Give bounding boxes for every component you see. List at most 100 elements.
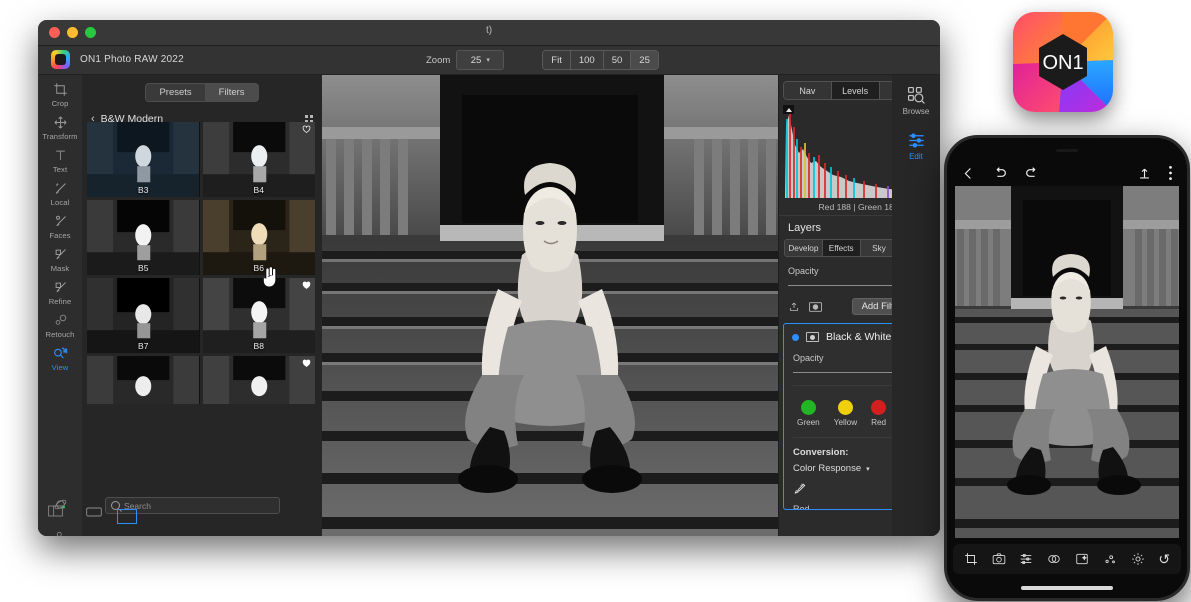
favorite-heart-icon[interactable] (302, 281, 311, 290)
preset-thumbnail-grid: B3 B4 B5 B6 B7 B8 (87, 122, 315, 404)
zoom-preset-fit[interactable]: Fit (543, 51, 571, 69)
window-title: t) (485, 25, 493, 36)
settings-gear-icon[interactable] (1131, 552, 1145, 566)
retouch-icon[interactable] (1103, 552, 1117, 566)
green-swatch-icon (800, 400, 816, 415)
preset-thumbnail[interactable]: B5 (87, 200, 200, 275)
tool-refine[interactable]: Refine (38, 279, 82, 306)
auto-icon[interactable] (992, 552, 1006, 566)
filter-opacity-label: Opacity (793, 353, 824, 363)
window-body: Crop Transform Text Local Faces Mask Ref… (38, 75, 940, 536)
rail-account-button[interactable] (38, 528, 82, 536)
preset-thumbnail[interactable]: B3 (87, 122, 200, 197)
module-label: Browse (902, 107, 930, 116)
chevron-down-icon: ▾ (486, 57, 490, 64)
filter-name: Black & White (826, 331, 892, 343)
preset-label: B8 (253, 341, 264, 351)
redo-icon[interactable] (1024, 165, 1040, 181)
conversion-value: Color Response (793, 463, 862, 474)
mask-thumb-icon[interactable] (806, 332, 819, 342)
preset-thumbnail-selected[interactable]: B4 (202, 122, 315, 197)
preset-thumbnail[interactable]: B8 (202, 278, 315, 353)
tool-crop[interactable]: Crop (38, 81, 82, 108)
tab-filters[interactable]: Filters (205, 83, 259, 102)
tool-rail: Crop Transform Text Local Faces Mask Ref… (38, 75, 83, 536)
swatch-label: Yellow (833, 418, 858, 427)
filter-enabled-toggle[interactable] (792, 333, 799, 341)
swatch-label: Red (871, 418, 887, 427)
save-preset-icon[interactable] (788, 301, 800, 313)
tool-view[interactable]: View (38, 345, 82, 372)
eyedropper-icon[interactable] (793, 482, 807, 496)
view-hand-icon (38, 345, 82, 362)
app-header: ON1 Photo RAW 2022 Zoom 25 ▾ Fit 100 50 … (38, 46, 940, 75)
on1-icon-art: ON1 (1013, 12, 1113, 112)
module-browse[interactable]: Browse (892, 75, 940, 116)
color-icon[interactable] (1047, 552, 1061, 566)
tone-sliders-icon[interactable] (1019, 552, 1033, 566)
tab-levels[interactable]: Levels (831, 82, 880, 99)
preset-thumbnail[interactable]: B6 (202, 200, 315, 275)
module-edit[interactable]: Edit (892, 116, 940, 161)
on1-main-window: t) ON1 Photo RAW 2022 Zoom 25 ▾ Fit 100 … (38, 20, 940, 536)
tool-local[interactable]: Local (38, 180, 82, 207)
mask-brush-icon (38, 246, 82, 263)
tab-presets[interactable]: Presets (145, 83, 206, 102)
preset-thumbnail[interactable] (202, 356, 315, 404)
share-upload-icon[interactable] (1137, 166, 1152, 181)
swatch-red[interactable]: Red (871, 400, 886, 427)
swatch-green[interactable]: Green (797, 400, 820, 427)
tab-develop[interactable]: Develop (785, 240, 823, 256)
tool-label: Mask (50, 264, 70, 273)
filmstrip-toggle-button[interactable] (86, 506, 110, 518)
effects-icon[interactable] (1075, 552, 1089, 566)
swatch-label: Green (796, 418, 820, 427)
image-canvas[interactable] (322, 75, 778, 536)
tool-faces[interactable]: Faces (38, 213, 82, 240)
shadow-clip-marker[interactable] (783, 105, 794, 114)
preset-thumbnail[interactable] (87, 356, 200, 404)
presets-panel: Presets Filters ‹ B&W Modern B3 B4 B5 B6… (82, 75, 323, 536)
preset-label: B4 (253, 185, 264, 195)
account-icon (38, 528, 82, 536)
tool-label: Refine (48, 297, 72, 306)
tool-mask[interactable]: Mask (38, 246, 82, 273)
on1-logo-icon (51, 50, 70, 69)
browse-icon (892, 85, 940, 105)
tab-effects[interactable]: Effects (822, 240, 861, 256)
zoom-label: Zoom (426, 54, 451, 66)
preset-thumbnail[interactable]: B7 (87, 278, 200, 353)
zoom-preset-group[interactable]: Fit 100 50 25 (542, 50, 659, 70)
mask-icon[interactable] (809, 301, 822, 312)
swatch-yellow[interactable]: Yellow (834, 400, 857, 427)
zoom-controls: Zoom 25 ▾ Fit 100 50 25 (426, 50, 659, 70)
tool-transform[interactable]: Transform (38, 114, 82, 141)
phone-photo-preview[interactable] (955, 186, 1179, 538)
favorite-heart-icon[interactable] (302, 125, 311, 134)
edit-sliders-icon (892, 130, 940, 150)
mobile-app-mockup: ↺ (944, 135, 1190, 601)
zoom-preset-25[interactable]: 25 (631, 51, 658, 69)
tool-label: Retouch (45, 330, 75, 339)
zoom-preset-50[interactable]: 50 (603, 51, 632, 69)
panel-toggle-icon (48, 505, 63, 517)
reset-icon[interactable]: ↺ (1158, 551, 1170, 568)
window-titlebar: t) (38, 20, 940, 46)
hand-cursor (262, 266, 277, 288)
tool-retouch[interactable]: Retouch (38, 312, 82, 339)
retouch-icon (38, 312, 82, 329)
zoom-select[interactable]: 25 ▾ (456, 50, 505, 70)
tool-text[interactable]: Text (38, 147, 82, 174)
more-vertical-icon[interactable] (1168, 165, 1173, 181)
back-chevron-icon[interactable] (961, 166, 976, 181)
tool-label: Crop (51, 99, 69, 108)
presets-tab-group[interactable]: Presets Filters (82, 75, 322, 102)
zoom-preset-100[interactable]: 100 (570, 51, 604, 69)
refine-brush-icon (38, 279, 82, 296)
favorite-heart-icon[interactable] (302, 359, 311, 368)
undo-icon[interactable] (992, 165, 1008, 181)
grid-layout-button[interactable] (117, 509, 137, 524)
faces-icon (38, 213, 82, 230)
crop-icon[interactable] (964, 552, 978, 566)
tab-nav[interactable]: Nav (784, 82, 832, 99)
